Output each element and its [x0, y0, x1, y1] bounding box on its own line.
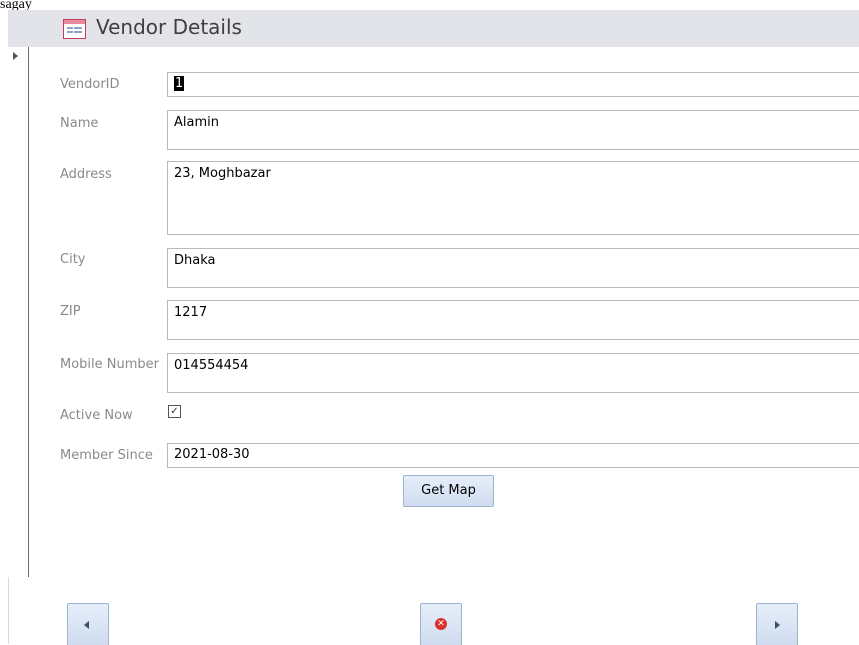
- next-record-button[interactable]: [756, 603, 798, 645]
- next-arrow-icon: [775, 621, 780, 629]
- zip-label: ZIP: [60, 304, 81, 319]
- top-strip-text: sagay: [0, 0, 32, 10]
- member-since-field[interactable]: 2021-08-30: [167, 443, 859, 468]
- current-record-arrow-icon: [13, 52, 18, 60]
- name-label: Name: [60, 116, 99, 131]
- vendor-id-field[interactable]: 1: [167, 72, 859, 97]
- address-label: Address: [60, 167, 112, 182]
- zip-field[interactable]: 1217: [167, 300, 859, 340]
- vendor-id-label: VendorID: [60, 77, 120, 92]
- form-icon: [63, 19, 86, 39]
- form-title: Vendor Details: [96, 15, 242, 39]
- zip-value: 1217: [174, 305, 208, 320]
- name-field[interactable]: Alamin: [167, 110, 859, 150]
- mobile-number-field[interactable]: 014554454: [167, 353, 859, 393]
- city-label: City: [60, 252, 86, 267]
- member-since-value: 2021-08-30: [174, 447, 250, 462]
- name-value: Alamin: [174, 115, 219, 130]
- member-since-label: Member Since: [60, 448, 153, 463]
- mobile-number-value: 014554454: [174, 358, 249, 373]
- active-now-checkbox[interactable]: ✓: [168, 405, 181, 418]
- get-map-button[interactable]: Get Map: [403, 475, 494, 507]
- close-form-button[interactable]: ✕: [420, 603, 462, 645]
- close-icon: ✕: [435, 618, 447, 630]
- city-value: Dhaka: [174, 253, 216, 268]
- vendor-id-value: 1: [174, 76, 185, 91]
- record-selector[interactable]: [8, 47, 29, 577]
- mobile-number-label: Mobile Number: [60, 357, 159, 372]
- address-field[interactable]: 23, Moghbazar: [167, 161, 859, 235]
- previous-arrow-icon: [84, 621, 89, 629]
- checkmark-icon: ✓: [170, 406, 179, 417]
- previous-record-button[interactable]: [67, 603, 109, 645]
- active-now-label: Active Now: [60, 408, 133, 423]
- form-header: Vendor Details: [8, 10, 859, 47]
- top-strip: sagay: [0, 0, 859, 10]
- city-field[interactable]: Dhaka: [167, 248, 859, 288]
- address-value: 23, Moghbazar: [174, 166, 271, 181]
